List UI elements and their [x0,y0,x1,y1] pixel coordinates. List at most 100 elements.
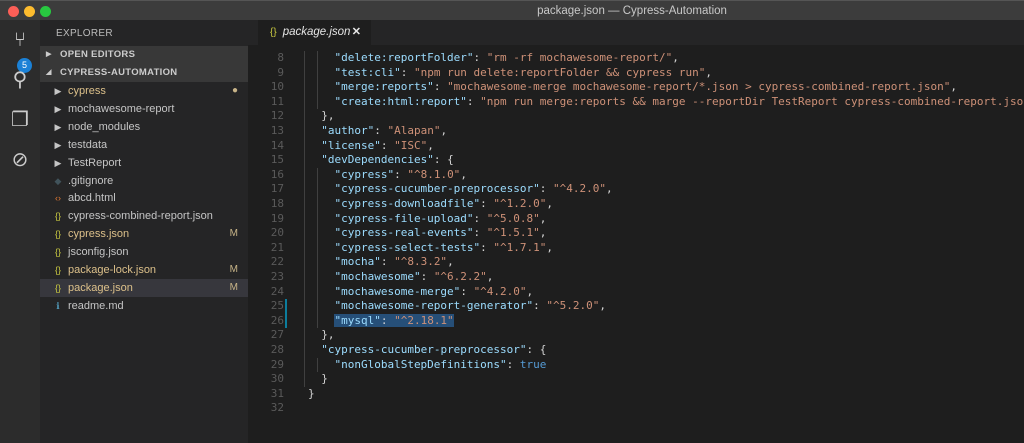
debug-icon[interactable]: ⊘ [8,148,32,172]
tree-item[interactable]: ▶ cypress ● [40,82,248,100]
indent-guide [304,197,305,212]
token: : [473,51,487,64]
token: , [705,65,712,79]
indent-guide [304,138,305,154]
tree-item[interactable]: {} package-lock.json M [40,261,248,279]
token: "delete:reportFolder" [334,51,474,64]
token: "create:html:report" [334,94,467,108]
tab-package-json[interactable]: {} package.json ✕ [258,20,371,45]
token: "mochawesome-report-generator" [334,299,534,313]
indent-guide [317,299,319,314]
line-content: "cypress-select-tests": "^1.7.1", [334,241,553,254]
token: , [427,138,434,152]
tree-item-label: package.json [68,281,133,294]
tree-item[interactable]: ‹› abcd.html [40,189,248,207]
token: : [466,94,481,108]
token: "mochawesome-merge" [334,284,461,298]
code-line: "delete:reportFolder": "rm -rf mochaweso… [334,51,678,66]
section-open-editors[interactable]: ▶ OPEN EDITORS [40,46,248,64]
line-content: "cypress-downloadfile": "^1.2.0", [334,197,553,210]
code-line: "mochawesome-merge": "^4.2.0", [334,285,533,300]
line-content: "cypress-file-upload": "^5.0.8", [334,212,546,225]
tree-item-label: TestReport [68,156,122,169]
tree-item[interactable]: {} jsconfig.json [40,243,248,261]
line-number: 13 [270,124,284,137]
token: } [321,372,328,386]
indent-guide [317,255,319,270]
line-number: 26 [270,313,284,327]
code-line: "cypress-downloadfile": "^1.2.0", [334,197,553,212]
line-number: 19 [270,211,284,225]
token: "rm -rf mochawesome-report/" [486,51,673,64]
code-line: "cypress-real-events": "^1.5.1", [334,226,546,241]
explorer-title: EXPLORER [56,28,113,39]
tree-item-label: cypress [68,85,106,97]
source-control-icon[interactable]: ⑂ [8,28,32,52]
tree-item-label: node_modules [68,120,141,133]
tree-item-label: mochawesome-report [68,102,175,115]
tree-item[interactable]: ▶ TestReport [40,154,248,172]
line-content: "devDependencies": { [321,153,453,166]
token: "cypress-downloadfile" [334,197,481,210]
token: "mocha" [334,255,381,269]
line-content: "cypress-cucumber-preprocessor": "^4.2.0… [334,182,612,195]
token: : { [526,343,547,356]
search-icon[interactable]: ⚲ [8,68,32,92]
token: } [308,386,315,400]
line-content: "cypress": "^8.1.0", [334,168,466,181]
section-cypress-automation[interactable]: ◢ CYPRESS-AUTOMATION [40,64,248,82]
tab-label: package.json [282,26,351,38]
token: : [380,313,395,327]
token: "Alapan" [387,124,441,137]
line-number: 23 [270,270,284,283]
tree-item-label: package-lock.json [68,264,157,276]
git-status: M [229,281,238,293]
token: "cypress-cucumber-preprocessor" [321,343,527,356]
token: : [394,167,408,181]
token: , [486,270,494,283]
tree-item-label: abcd.html [68,192,116,205]
token: "test:cli" [334,65,401,79]
code-line: "cypress": "^8.1.0", [334,168,466,183]
line-content: } [321,372,328,385]
line-content: "mocha": "^8.3.2", [334,255,453,268]
tree-item[interactable]: ▶ testdata [40,136,248,154]
line-content: "nonGlobalStepDefinitions": true [334,358,546,371]
token: : [506,357,520,371]
tree-item[interactable]: ▶ node_modules [40,118,248,136]
explorer-icon[interactable]: ❐ [8,108,32,132]
token: "license" [321,138,381,152]
token: "cypress-select-tests" [334,240,481,254]
chevron-right-icon: ▶ [54,157,62,168]
tree-item[interactable]: ◆ .gitignore [40,172,248,190]
tree-item[interactable]: {} cypress.json M [40,225,248,243]
explorer-sidebar: EXPLORER ▶ OPEN EDITORS ◢ CYPRESS-AUTOMATI… [40,20,248,443]
indent-guide [304,372,305,387]
token: , [539,226,547,240]
indent-guide [317,197,319,212]
indent-guide [304,109,305,124]
tree-item[interactable]: {} package.json M [40,278,248,297]
tree-item[interactable]: ▶ mochawesome-report [40,100,248,118]
code-line: } [308,387,315,402]
close-tab-icon[interactable]: ✕ [352,20,361,45]
indent-guide [317,240,319,256]
line-number: 14 [270,138,284,152]
token: "cypress-real-events" [334,226,474,240]
modified-line-marker [285,299,287,314]
code-line: "mochawesome-report-generator": "^5.2.0"… [334,299,606,314]
token: : [533,299,547,313]
indent-guide [304,226,305,241]
token: : [480,240,494,254]
tree-item[interactable]: {} cypress-combined-report.json [40,207,248,225]
indent-guide [304,51,305,66]
line-number: 12 [270,109,284,123]
indent-guide [304,80,305,95]
section-label: OPEN EDITORS [60,49,136,60]
code-line: "devDependencies": { [321,153,453,168]
tree-item[interactable]: ℹ readme.md [40,297,248,315]
tree-item-label: cypress-combined-report.json [68,210,213,223]
indent-guide [304,182,305,197]
token: , [440,124,448,137]
indent-guide [304,124,305,139]
